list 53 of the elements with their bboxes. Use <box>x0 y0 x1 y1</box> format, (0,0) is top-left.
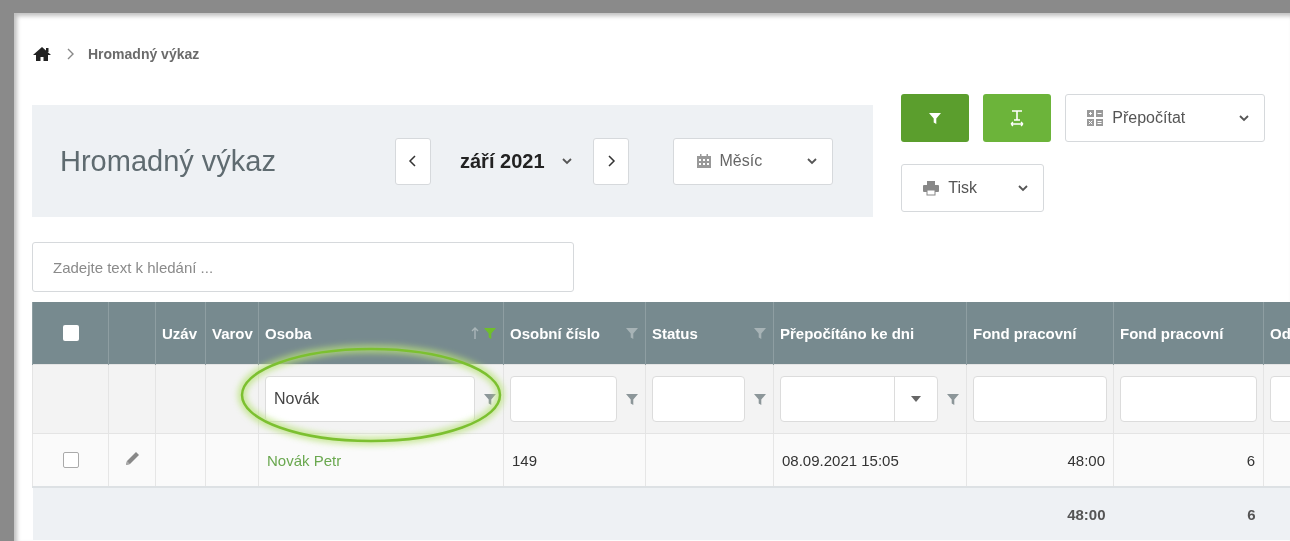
printer-icon <box>922 180 941 196</box>
chevron-right-icon <box>66 47 74 60</box>
chevron-down-icon <box>805 155 818 167</box>
recalculate-button[interactable]: Přepočítat <box>1065 94 1266 142</box>
filter-icon[interactable] <box>483 326 497 340</box>
table-cell: 08.09.2021 15:05 <box>782 451 899 469</box>
view-dropdown[interactable]: Měsíc <box>672 137 833 185</box>
filter-field[interactable] <box>510 376 617 422</box>
column-header[interactable]: Osoba <box>265 324 312 342</box>
filter-icon[interactable] <box>753 326 767 340</box>
filter-icon[interactable] <box>753 392 767 406</box>
table-cell: 48:00 <box>1067 451 1105 469</box>
period-dropdown[interactable]: září 2021 <box>431 137 593 185</box>
column-width-button[interactable] <box>983 94 1052 142</box>
column-header[interactable]: Status <box>652 324 698 342</box>
print-button[interactable]: Tisk <box>901 164 1045 212</box>
table-cell: 6 <box>1246 451 1255 469</box>
column-header[interactable]: Fond pracovní <box>1120 324 1224 342</box>
filter-icon[interactable] <box>946 392 960 406</box>
select-all-checkbox[interactable] <box>62 325 79 341</box>
row-checkbox[interactable] <box>62 452 79 468</box>
table-cell: 149 <box>512 451 538 469</box>
chevron-down-icon <box>560 155 573 167</box>
home-icon[interactable] <box>32 45 52 62</box>
filter-field[interactable]: Novák <box>265 376 475 422</box>
caret-down-icon <box>911 396 921 402</box>
sort-arrow-icon[interactable] <box>471 326 479 340</box>
next-month-button[interactable] <box>592 137 629 185</box>
person-link[interactable]: Novák Petr <box>267 451 342 469</box>
filter-button[interactable] <box>901 94 970 142</box>
chevron-down-icon <box>1238 112 1251 124</box>
text-width-icon <box>1009 109 1026 127</box>
chevron-left-icon <box>408 155 418 167</box>
filter-field[interactable] <box>973 376 1107 422</box>
page-title: Hromadný výkaz <box>60 144 277 178</box>
chevron-right-icon <box>605 155 616 167</box>
filter-icon[interactable] <box>483 392 497 406</box>
column-header[interactable]: Osobní číslo <box>510 324 600 342</box>
filter-icon <box>928 111 943 125</box>
calendar-icon <box>695 153 712 169</box>
chevron-down-icon <box>1017 182 1030 194</box>
total-cell: 48:00 <box>1067 505 1106 523</box>
filter-dropdown[interactable] <box>780 376 938 422</box>
search-field[interactable]: Zadejte text k hledání ... <box>32 242 574 292</box>
calculator-icon <box>1086 109 1105 127</box>
column-header[interactable]: Přepočítáno ke dni <box>780 324 915 342</box>
filter-field[interactable] <box>652 376 745 422</box>
previous-month-button[interactable] <box>395 137 431 185</box>
filter-icon[interactable] <box>625 326 639 340</box>
total-cell: 6 <box>1247 505 1256 523</box>
filter-field[interactable] <box>1120 376 1257 422</box>
breadcrumb-current: Hromadný výkaz <box>88 45 200 62</box>
filter-icon[interactable] <box>625 392 639 406</box>
